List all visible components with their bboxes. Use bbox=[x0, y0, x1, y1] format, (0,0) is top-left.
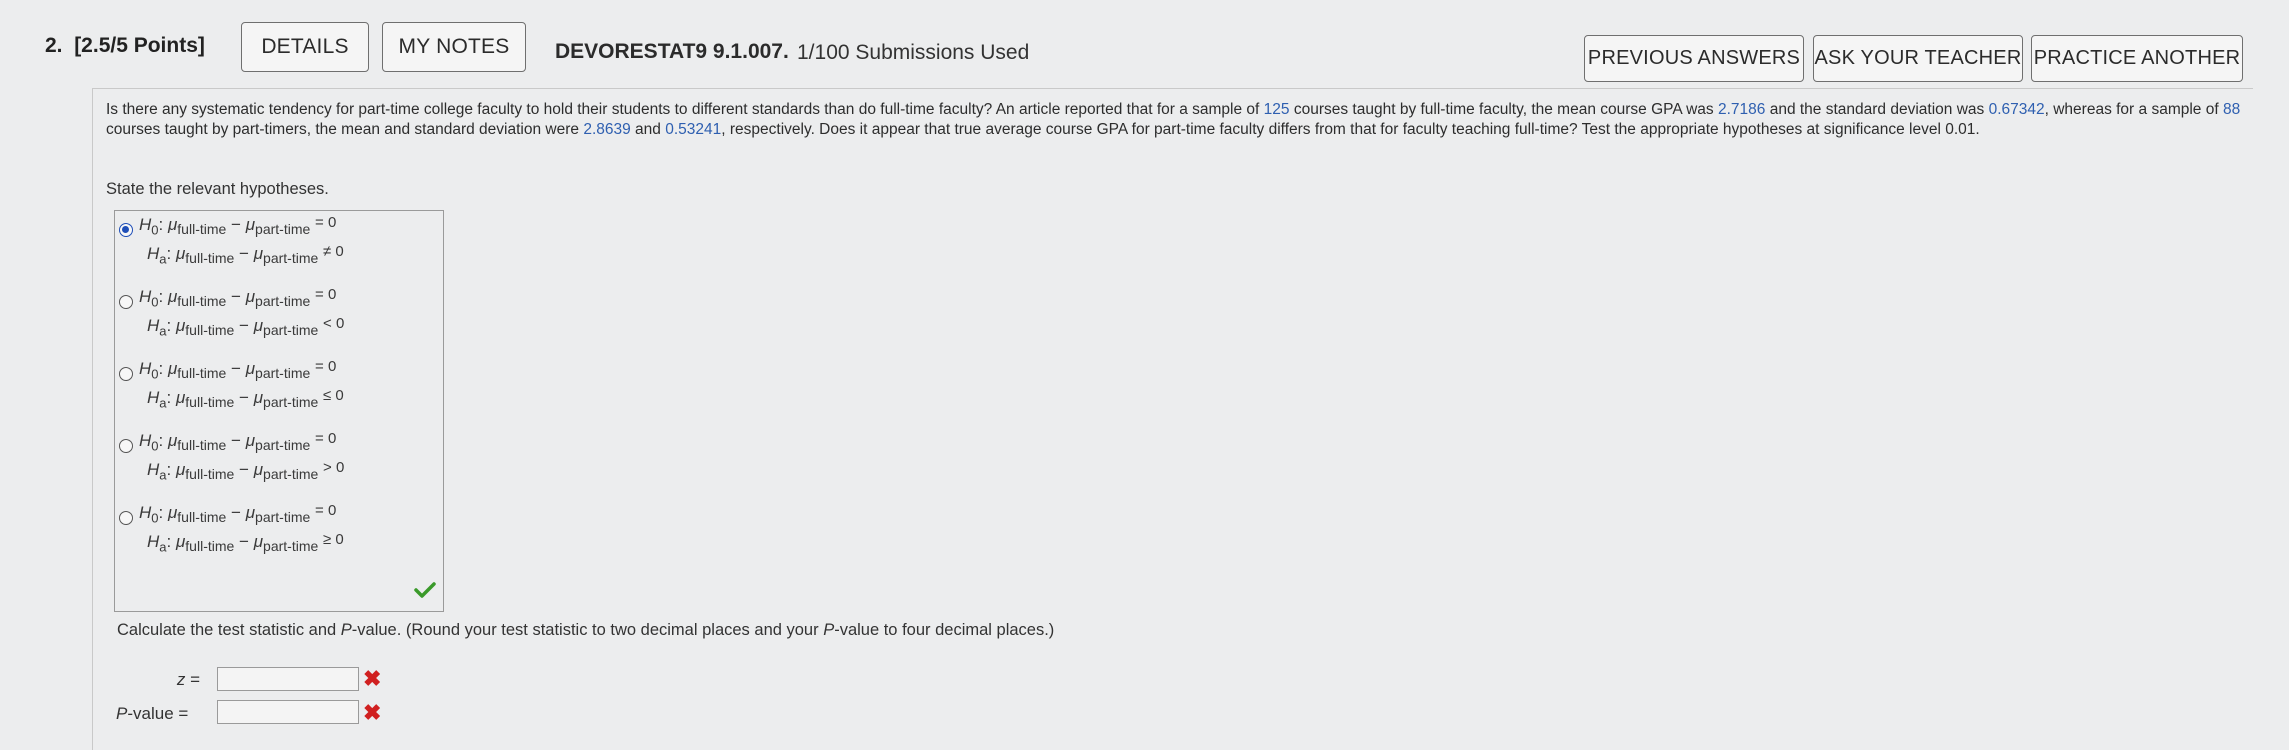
correct-check-icon bbox=[414, 582, 436, 598]
hypothesis-option-4[interactable]: H0: μfull-time − μpart-time = 0 Ha: μful… bbox=[115, 427, 445, 497]
question-title: 2. [2.5/5 Points] bbox=[45, 34, 205, 57]
z-label: z = bbox=[176, 670, 200, 689]
ha-line: Ha: μfull-time − μpart-time ≥ 0 bbox=[147, 531, 344, 555]
pvalue-input[interactable] bbox=[217, 700, 359, 724]
hypothesis-option-3[interactable]: H0: μfull-time − μpart-time = 0 Ha: μful… bbox=[115, 355, 445, 425]
n-full: 125 bbox=[1263, 101, 1290, 118]
details-button[interactable]: DETAILS bbox=[241, 22, 369, 72]
sd-full: 0.67342 bbox=[1988, 101, 2045, 118]
question-header: 2. [2.5/5 Points] DETAILS MY NOTES DEVOR… bbox=[0, 0, 2289, 100]
alpha: 0.01 bbox=[1945, 120, 1976, 138]
h0-line: H0: μfull-time − μpart-time = 0 bbox=[139, 286, 337, 310]
h0-line: H0: μfull-time − μpart-time = 0 bbox=[139, 214, 337, 238]
my-notes-button[interactable]: MY NOTES bbox=[382, 22, 526, 72]
ha-line: Ha: μfull-time − μpart-time ≤ 0 bbox=[147, 387, 344, 411]
sd-part: 0.53241 bbox=[665, 120, 722, 138]
radio-button[interactable] bbox=[119, 295, 133, 309]
calculate-prompt: Calculate the test statistic and P-value… bbox=[117, 621, 1055, 639]
ha-line: Ha: μfull-time − μpart-time > 0 bbox=[147, 459, 345, 483]
hypothesis-option-5[interactable]: H0: μfull-time − μpart-time = 0 Ha: μful… bbox=[115, 499, 445, 569]
question-text: Is there any systematic tendency for par… bbox=[106, 101, 2241, 138]
previous-answers-button[interactable]: PREVIOUS ANSWERS bbox=[1584, 35, 1804, 82]
submissions-count: 1/100 Submissions Used bbox=[797, 41, 1030, 64]
mean-part: 2.8639 bbox=[583, 120, 631, 138]
ha-line: Ha: μfull-time − μpart-time ≠ 0 bbox=[147, 243, 344, 267]
radio-button-selected[interactable] bbox=[119, 223, 133, 237]
z-input[interactable] bbox=[217, 667, 359, 691]
n-part: 88 bbox=[2222, 101, 2241, 118]
radio-button[interactable] bbox=[119, 367, 133, 381]
practice-another-button[interactable]: PRACTICE ANOTHER bbox=[2031, 35, 2243, 82]
hypothesis-option-2[interactable]: H0: μfull-time − μpart-time = 0 Ha: μful… bbox=[115, 283, 445, 353]
radio-button[interactable] bbox=[119, 511, 133, 525]
problem-id: DEVORESTAT9 9.1.007. bbox=[555, 40, 789, 63]
hypotheses-prompt: State the relevant hypotheses. bbox=[106, 180, 329, 198]
pvalue-label: P-value = bbox=[116, 704, 189, 723]
h0-line: H0: μfull-time − μpart-time = 0 bbox=[139, 430, 337, 454]
incorrect-x-icon: ✖ bbox=[363, 700, 382, 725]
h0-line: H0: μfull-time − μpart-time = 0 bbox=[139, 502, 337, 526]
ha-line: Ha: μfull-time − μpart-time < 0 bbox=[147, 315, 345, 339]
hypothesis-option-1[interactable]: H0: μfull-time − μpart-time = 0 Ha: μful… bbox=[115, 211, 445, 281]
ask-your-teacher-button[interactable]: ASK YOUR TEACHER bbox=[1813, 35, 2023, 82]
mean-full: 2.7186 bbox=[1717, 101, 1766, 118]
incorrect-x-icon: ✖ bbox=[363, 666, 382, 691]
radio-button[interactable] bbox=[119, 439, 133, 453]
h0-line: H0: μfull-time − μpart-time = 0 bbox=[139, 358, 337, 382]
hypotheses-options: H0: μfull-time − μpart-time = 0 Ha: μful… bbox=[114, 210, 444, 612]
